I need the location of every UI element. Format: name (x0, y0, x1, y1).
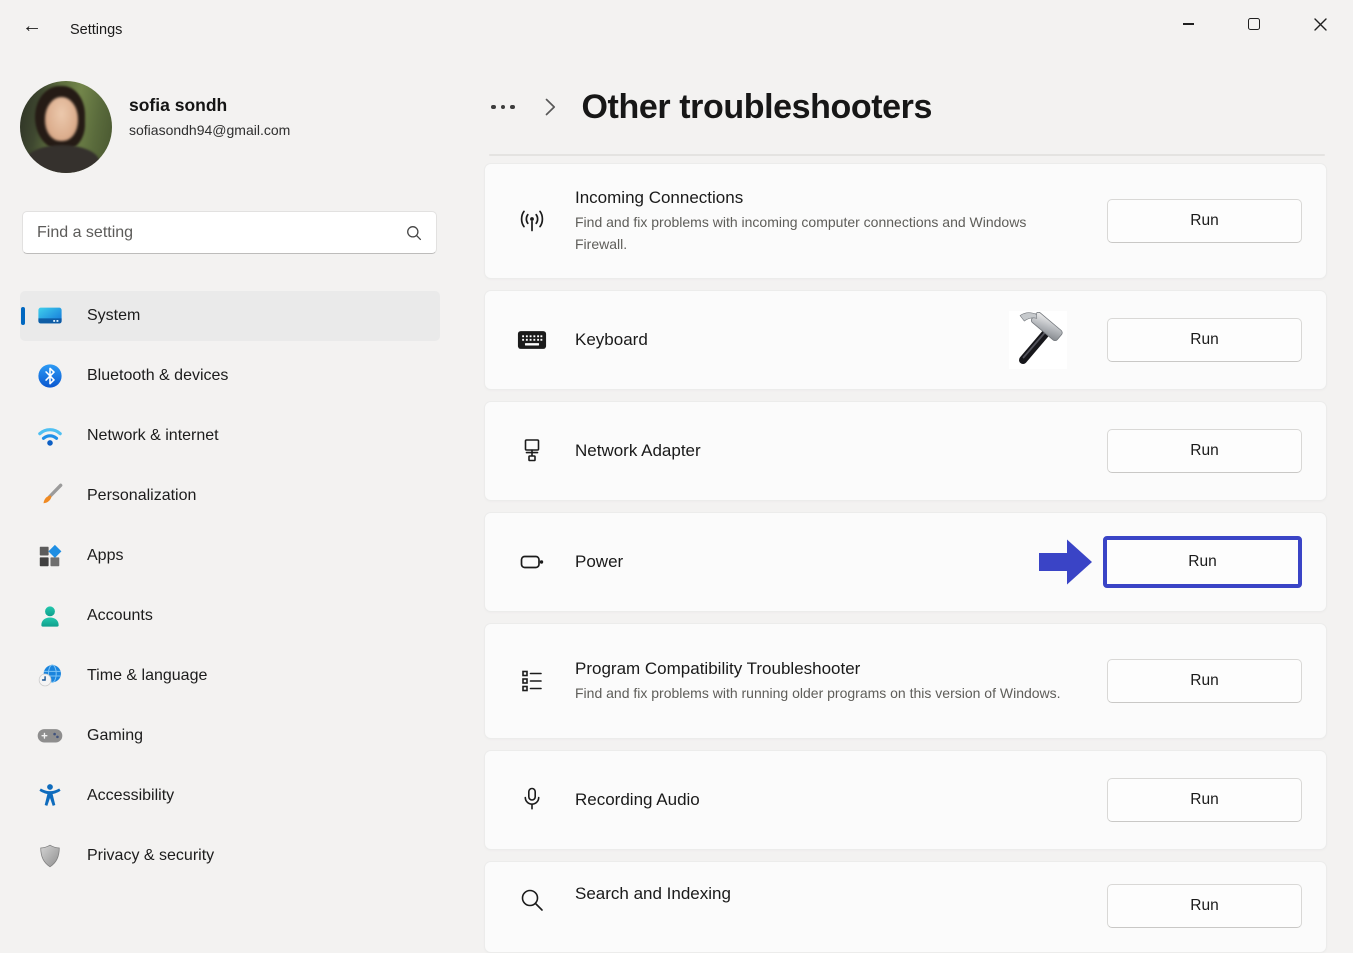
sidebar-item-network-internet[interactable]: Network & internet (20, 411, 440, 461)
troubleshooter-card-network-adapter: Network AdapterRun (484, 401, 1327, 501)
sidebar-item-personalization[interactable]: Personalization (20, 471, 440, 521)
troubleshooter-name: Recording Audio (575, 790, 1107, 810)
sidebar-item-label: Gaming (87, 727, 143, 745)
titlebar: ← Settings (0, 0, 1353, 50)
back-button[interactable]: ← (14, 12, 50, 40)
personalization-icon (36, 483, 63, 510)
sidebar-item-accounts[interactable]: Accounts (20, 591, 440, 641)
sidebar-item-label: Accessibility (87, 787, 174, 805)
sidebar-item-label: Bluetooth & devices (87, 367, 228, 385)
card-text: Program Compatibility Troubleshooter Find… (575, 659, 1107, 704)
privacy-icon (36, 843, 63, 870)
search-glass-icon (516, 884, 548, 916)
hammer-cursor-icon (1009, 311, 1067, 369)
troubleshooter-list: Incoming Connections Find and fix problem… (484, 163, 1327, 953)
run-button-search-and-indexing[interactable]: Run (1107, 884, 1302, 928)
troubleshooter-name: Incoming Connections (575, 188, 1107, 208)
breadcrumb-ellipsis-button[interactable] (489, 99, 517, 116)
sidebar-item-label: Accounts (87, 607, 153, 625)
card-text: Network Adapter (575, 441, 1107, 461)
troubleshooter-description: Find and fix problems with incoming comp… (575, 211, 1071, 255)
minimize-icon (1183, 23, 1194, 25)
window-title: Settings (70, 22, 122, 38)
sidebar-item-apps[interactable]: Apps (20, 531, 440, 581)
profile-name: sofia sondh (129, 95, 227, 116)
sidebar-item-label: System (87, 307, 140, 325)
troubleshooter-name: Keyboard (575, 330, 1009, 350)
accounts-icon (36, 603, 63, 630)
troubleshooter-name: Search and Indexing (575, 884, 1107, 904)
card-text: Recording Audio (575, 790, 1107, 810)
system-icon (36, 303, 63, 330)
troubleshooter-card-keyboard: Keyboard Run (484, 290, 1327, 390)
maximize-icon (1248, 18, 1261, 31)
run-button-network-adapter[interactable]: Run (1107, 429, 1302, 473)
search-input[interactable] (23, 224, 406, 242)
maximize-button[interactable] (1221, 0, 1287, 48)
sidebar-item-accessibility[interactable]: Accessibility (20, 771, 440, 821)
close-button[interactable] (1287, 0, 1353, 48)
keyboard-icon (516, 324, 548, 356)
selected-accent-bar (21, 307, 25, 325)
checklist-icon (516, 665, 548, 697)
sidebar-item-label: Time & language (87, 667, 207, 685)
run-button-keyboard[interactable]: Run (1107, 318, 1302, 362)
battery-icon (516, 546, 548, 578)
close-icon (1314, 18, 1327, 31)
run-button-power[interactable]: Run (1103, 536, 1302, 588)
window-controls (1155, 0, 1353, 48)
bluetooth-icon (36, 363, 63, 390)
accessibility-icon (36, 783, 63, 810)
chevron-right-icon (545, 98, 556, 116)
troubleshooter-name: Network Adapter (575, 441, 1107, 461)
avatar (20, 81, 112, 173)
search-box (22, 211, 437, 254)
sidebar-item-time-language[interactable]: Time & language (20, 651, 440, 701)
minimize-button[interactable] (1155, 0, 1221, 48)
run-button-program-compatibility-troubleshooter[interactable]: Run (1107, 659, 1302, 703)
troubleshooter-name: Program Compatibility Troubleshooter (575, 659, 1107, 679)
microphone-icon (516, 784, 548, 816)
sidebar-nav: System Bluetooth & devices Network & inter… (0, 291, 462, 891)
page-title: Other troubleshooters (582, 88, 933, 127)
gaming-icon (36, 723, 63, 750)
network-icon (36, 423, 63, 450)
run-button-incoming-connections[interactable]: Run (1107, 199, 1302, 243)
card-text: Incoming Connections Find and fix problem… (575, 188, 1107, 255)
troubleshooter-card-search-and-indexing: Search and IndexingRun (484, 861, 1327, 953)
sidebar-item-privacy-security[interactable]: Privacy & security (20, 831, 440, 881)
sidebar-item-gaming[interactable]: Gaming (20, 711, 440, 761)
sidebar-item-label: Apps (87, 547, 123, 565)
network-adapter-icon (516, 435, 548, 467)
troubleshooter-description: Find and fix problems with running older… (575, 682, 1071, 704)
sidebar-item-label: Network & internet (87, 427, 219, 445)
troubleshooter-card-incoming-connections: Incoming Connections Find and fix problem… (484, 163, 1327, 279)
sidebar-item-system[interactable]: System (20, 291, 440, 341)
run-button-recording-audio[interactable]: Run (1107, 778, 1302, 822)
time-language-icon (36, 663, 63, 690)
troubleshooter-card-recording-audio: Recording AudioRun (484, 750, 1327, 850)
troubleshooter-card-power: Power Run (484, 512, 1327, 612)
sidebar-item-bluetooth-devices[interactable]: Bluetooth & devices (20, 351, 440, 401)
back-arrow-icon: ← (22, 15, 42, 37)
apps-icon (36, 543, 63, 570)
annotation-arrow-icon (1037, 537, 1094, 587)
sidebar-item-label: Personalization (87, 487, 196, 505)
profile-email: sofiasondh94@gmail.com (129, 122, 290, 138)
troubleshooter-card-program-compatibility-troubleshooter: Program Compatibility Troubleshooter Find… (484, 623, 1327, 739)
troubleshooter-name: Power (575, 552, 1037, 572)
breadcrumb: Other troubleshooters (489, 82, 932, 132)
sidebar-item-label: Privacy & security (87, 847, 214, 865)
search-icon (406, 225, 422, 241)
profile-section[interactable]: sofia sondh sofiasondh94@gmail.com (0, 70, 440, 180)
card-text: Keyboard (575, 330, 1009, 350)
antenna-icon (516, 205, 548, 237)
card-text: Search and Indexing (575, 884, 1107, 904)
card-text: Power (575, 552, 1037, 572)
sidebar: sofia sondh sofiasondh94@gmail.com Syste… (0, 50, 462, 886)
divider (489, 154, 1325, 156)
